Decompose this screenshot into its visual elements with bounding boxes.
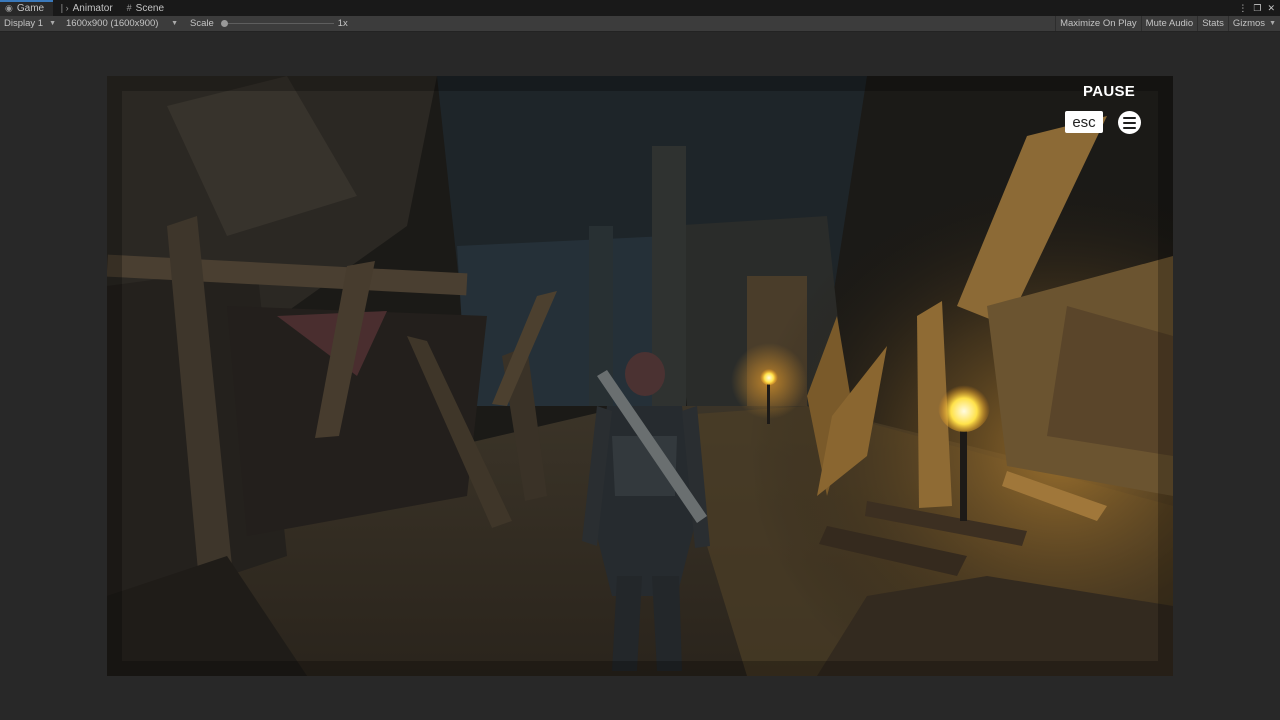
menu-line bbox=[1123, 116, 1136, 119]
mute-audio-toggle[interactable]: Mute Audio bbox=[1140, 16, 1198, 31]
resolution-dropdown[interactable]: 1600x900 (1600x900) ▼ bbox=[60, 16, 182, 31]
animator-icon: ❘› bbox=[58, 2, 69, 13]
tab-scene-label: Scene bbox=[135, 2, 165, 14]
maximize-window-icon[interactable]: ❐ bbox=[1253, 3, 1261, 13]
gizmos-dropdown[interactable]: Gizmos ▼ bbox=[1227, 16, 1280, 31]
window-controls: ⋮ ❐ ✕ bbox=[1238, 0, 1280, 16]
scale-value: 1x bbox=[337, 18, 348, 29]
display-dropdown-value: Display 1 bbox=[4, 18, 44, 29]
mute-audio-label: Mute Audio bbox=[1145, 18, 1194, 29]
torch-flame bbox=[938, 380, 990, 432]
tab-game[interactable]: ◉ Game bbox=[0, 0, 54, 16]
resolution-dropdown-value: 1600x900 (1600x900) bbox=[66, 18, 159, 29]
torch-flame bbox=[760, 367, 778, 385]
game-viewport[interactable]: PAUSE esc bbox=[107, 76, 1173, 676]
tab-game-label: Game bbox=[16, 2, 45, 14]
scene-grid-icon: # bbox=[126, 2, 132, 13]
torch-pole bbox=[960, 431, 967, 521]
pause-label: PAUSE bbox=[1083, 83, 1136, 100]
close-icon[interactable]: ✕ bbox=[1267, 3, 1275, 13]
stats-toggle[interactable]: Stats bbox=[1197, 16, 1228, 31]
gizmos-label: Gizmos bbox=[1232, 18, 1266, 29]
stats-label: Stats bbox=[1202, 18, 1224, 29]
cave-scene-render bbox=[107, 76, 1173, 676]
scale-slider-thumb[interactable] bbox=[220, 20, 228, 27]
more-options-icon[interactable]: ⋮ bbox=[1238, 3, 1247, 13]
chevron-down-icon: ▼ bbox=[171, 20, 178, 27]
maximize-on-play-label: Maximize On Play bbox=[1060, 18, 1137, 29]
chevron-down-icon: ▼ bbox=[49, 20, 56, 27]
esc-key-label: esc bbox=[1072, 113, 1096, 131]
chevron-down-icon: ▼ bbox=[1269, 20, 1276, 27]
hamburger-menu-icon[interactable] bbox=[1118, 111, 1141, 134]
display-dropdown[interactable]: Display 1 ▼ bbox=[0, 16, 60, 31]
scale-slider[interactable] bbox=[220, 16, 334, 31]
scale-label: Scale bbox=[190, 18, 214, 29]
gamepad-icon: ◉ bbox=[5, 2, 13, 13]
editor-tab-bar: ◉ Game ❘› Animator # Scene ⋮ ❐ ✕ bbox=[0, 0, 1280, 16]
maximize-on-play-toggle[interactable]: Maximize On Play bbox=[1055, 16, 1141, 31]
esc-key-button[interactable]: esc bbox=[1065, 111, 1103, 133]
toolbar-right-group: Maximize On Play Mute Audio Stats Gizmos… bbox=[1055, 16, 1280, 31]
scale-slider-track bbox=[223, 23, 334, 24]
menu-line bbox=[1123, 121, 1136, 124]
tab-animator[interactable]: ❘› Animator bbox=[53, 0, 122, 16]
game-view-toolbar: Display 1 ▼ 1600x900 (1600x900) ▼ Scale … bbox=[0, 16, 1280, 32]
tab-scene[interactable]: # Scene bbox=[122, 0, 173, 16]
torch-pole bbox=[767, 384, 770, 424]
tab-animator-label: Animator bbox=[72, 2, 113, 14]
menu-line bbox=[1123, 126, 1136, 129]
